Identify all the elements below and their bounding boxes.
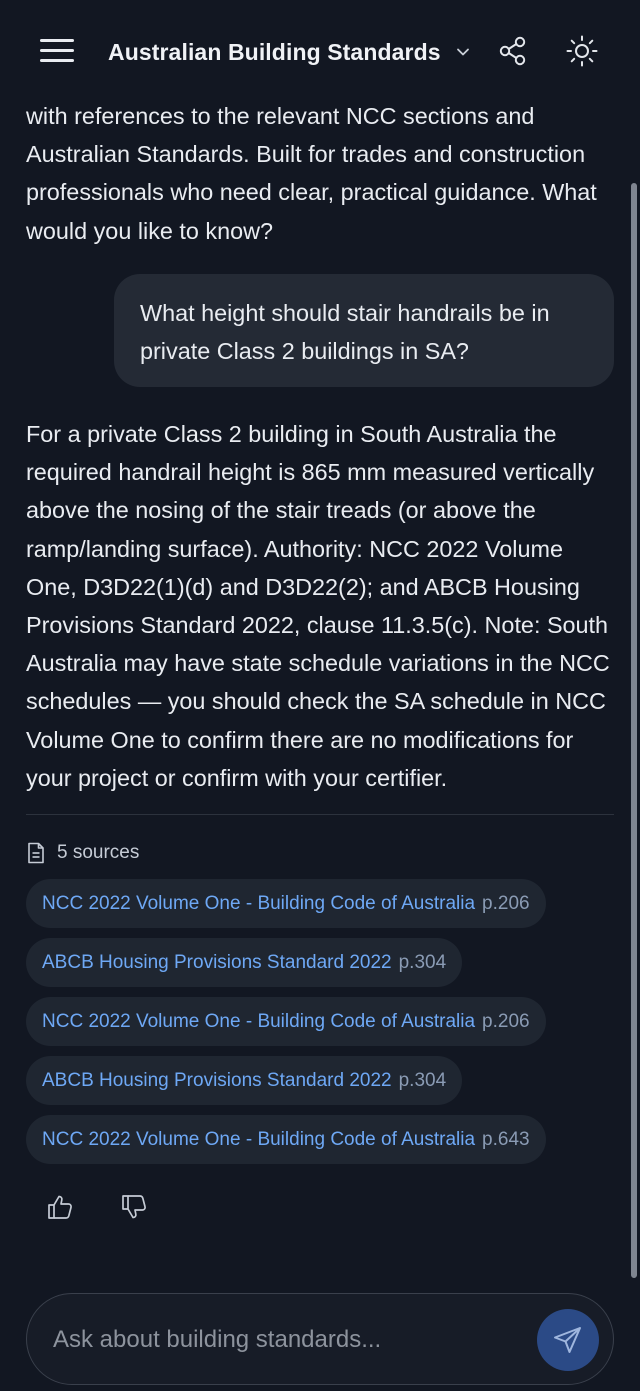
sun-icon[interactable] [565, 34, 599, 68]
top-bar: Australian Building Standards [0, 0, 640, 100]
sources-header: 5 sources [26, 840, 139, 866]
source-page: p.206 [482, 892, 530, 914]
divider [26, 814, 614, 815]
app-title: Australian Building Standards [108, 38, 441, 65]
source-chip[interactable]: NCC 2022 Volume One - Building Code of A… [26, 1115, 546, 1164]
source-title: ABCB Housing Provisions Standard 2022 [42, 1069, 392, 1091]
source-chip[interactable]: ABCB Housing Provisions Standard 2022 p.… [26, 938, 463, 987]
user-message-bubble: What height should stair handrails be in… [114, 274, 614, 387]
chat-thread[interactable]: with references to the relevant NCC sect… [0, 100, 640, 1280]
message-composer [26, 1293, 614, 1385]
chevron-down-icon [456, 48, 469, 56]
source-chip[interactable]: ABCB Housing Provisions Standard 2022 p.… [26, 1056, 463, 1105]
assistant-answer: For a private Class 2 building in South … [26, 421, 610, 791]
source-title: ABCB Housing Provisions Standard 2022 [42, 951, 392, 973]
send-button[interactable] [537, 1309, 599, 1371]
source-title: NCC 2022 Volume One - Building Code of A… [42, 1128, 476, 1150]
sources-count: 5 sources [57, 842, 140, 863]
send-icon [554, 1327, 581, 1353]
title-dropdown[interactable]: Australian Building Standards [108, 34, 471, 70]
scrollbar[interactable] [631, 183, 637, 1278]
user-message-text: What height should stair handrails be in… [140, 300, 550, 365]
share-icon[interactable] [497, 35, 529, 67]
source-chip[interactable]: NCC 2022 Volume One - Building Code of A… [26, 879, 546, 928]
thumbs-down-icon[interactable] [120, 1193, 148, 1221]
source-page: p.643 [482, 1128, 530, 1150]
assistant-intro-message: with references to the relevant NCC sect… [26, 103, 597, 244]
source-page: p.304 [398, 1069, 447, 1091]
thumbs-up-icon[interactable] [46, 1193, 74, 1221]
hamburger-menu-icon[interactable] [40, 37, 74, 65]
source-title: NCC 2022 Volume One - Building Code of A… [42, 1010, 476, 1032]
message-input[interactable] [53, 1322, 533, 1358]
sources-list: NCC 2022 Volume One - Building Code of A… [26, 879, 546, 1174]
source-page: p.206 [482, 1010, 530, 1032]
app: Australian Building Standards with refer… [0, 0, 640, 1391]
document-icon [28, 842, 44, 864]
source-chip[interactable]: NCC 2022 Volume One - Building Code of A… [26, 997, 546, 1046]
source-title: NCC 2022 Volume One - Building Code of A… [42, 892, 476, 914]
source-page: p.304 [398, 951, 447, 973]
